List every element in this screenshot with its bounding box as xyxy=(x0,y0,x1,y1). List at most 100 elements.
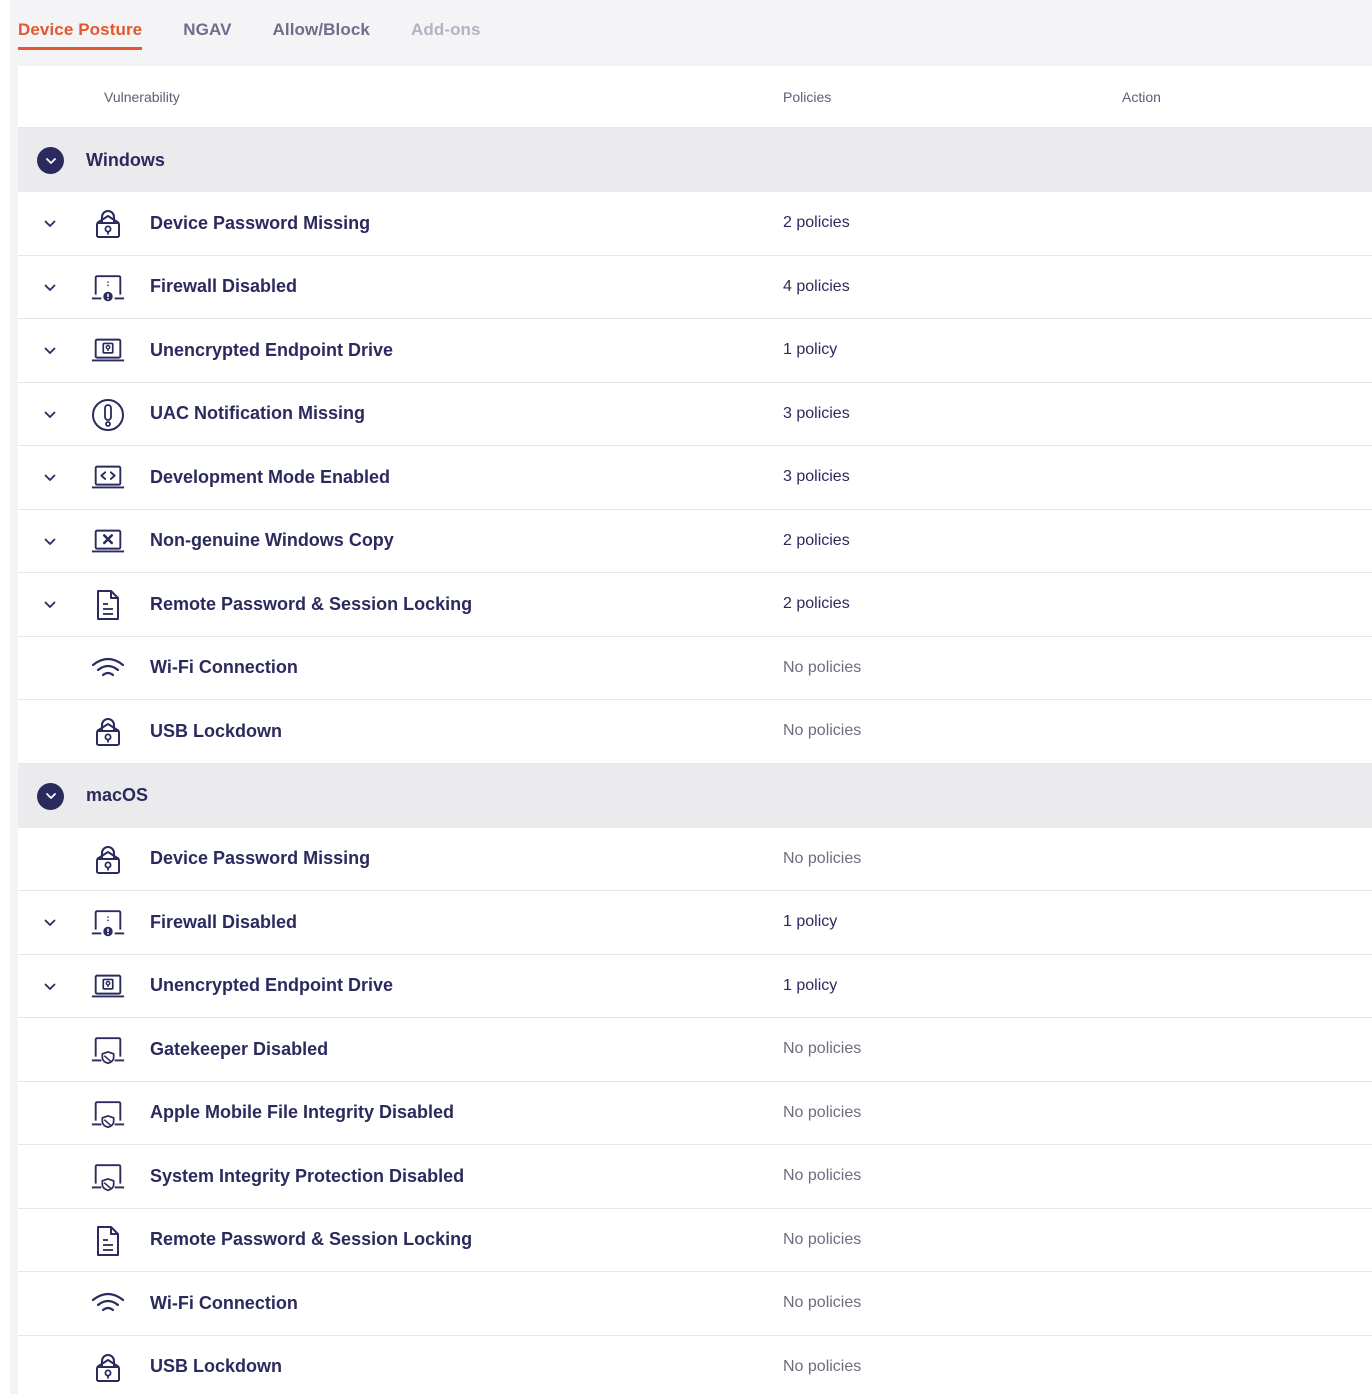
table-row[interactable]: Non-genuine Windows Copy 2 policies xyxy=(18,510,1372,573)
table-row[interactable]: Remote Password & Session Locking 2 polic… xyxy=(18,573,1372,637)
policy-count: 2 policies xyxy=(783,214,850,232)
table-row[interactable]: Unencrypted Endpoint Drive 1 policy xyxy=(18,319,1372,383)
policy-count: No policies xyxy=(783,1103,862,1121)
chevron-down-icon xyxy=(44,220,56,227)
policy-count: 3 policies xyxy=(783,468,850,486)
policy-count: No policies xyxy=(783,1167,862,1185)
chevron-down-icon xyxy=(44,601,56,608)
collapse-group-button[interactable] xyxy=(37,147,64,174)
expand-row-button[interactable] xyxy=(40,278,60,298)
lock-icon xyxy=(90,1350,126,1386)
vulnerability-name[interactable]: Development Mode Enabled xyxy=(150,467,390,488)
wifi-icon xyxy=(90,651,126,687)
policy-count: 1 policy xyxy=(783,341,838,359)
laptop-key-icon xyxy=(90,969,126,1005)
table-row[interactable]: Unencrypted Endpoint Drive 1 policy xyxy=(18,955,1372,1018)
policy-count: 2 policies xyxy=(783,595,850,613)
policy-count: No policies xyxy=(783,1357,862,1375)
expand-row-button[interactable] xyxy=(40,468,60,488)
vulnerability-name[interactable]: Wi-Fi Connection xyxy=(150,657,298,678)
windows-rows: Device Password Missing 2 policies Firewal… xyxy=(18,192,1372,764)
column-header-vulnerability: Vulnerability xyxy=(104,88,180,105)
vulnerability-name[interactable]: System Integrity Protection Disabled xyxy=(150,1166,464,1187)
group-title: macOS xyxy=(86,785,149,805)
group-header-windows[interactable]: Windows xyxy=(18,128,1372,192)
vulnerability-name[interactable]: Device Password Missing xyxy=(150,848,370,869)
vulnerability-name[interactable]: Firewall Disabled xyxy=(150,912,297,933)
vulnerability-name[interactable]: Gatekeeper Disabled xyxy=(150,1039,328,1060)
policy-count: No policies xyxy=(783,1294,862,1312)
table-row[interactable]: Development Mode Enabled 3 policies xyxy=(18,446,1372,510)
chevron-down-icon xyxy=(44,411,56,418)
table-row[interactable]: Gatekeeper Disabled No policies xyxy=(18,1018,1372,1082)
tab-bar: Device Posture NGAV Allow/Block Add-ons xyxy=(18,8,522,58)
table-row[interactable]: System Integrity Protection Disabled No p… xyxy=(18,1145,1372,1209)
laptop-shield-icon xyxy=(90,1096,126,1132)
column-header-action: Action xyxy=(1122,88,1161,105)
chevron-down-icon xyxy=(44,284,56,291)
expand-row-button[interactable] xyxy=(40,913,60,933)
table-row[interactable]: UAC Notification Missing 3 policies xyxy=(18,383,1372,446)
wifi-icon xyxy=(90,1286,126,1322)
group-title: Windows xyxy=(86,149,165,170)
table-header: Vulnerability Policies Action xyxy=(18,66,1372,128)
table-row[interactable]: Firewall Disabled 1 policy xyxy=(18,891,1372,955)
tab-ngav[interactable]: NGAV xyxy=(183,8,231,50)
vulnerability-name[interactable]: Wi-Fi Connection xyxy=(150,1293,298,1314)
table-row[interactable]: Apple Mobile File Integrity Disabled No p… xyxy=(18,1082,1372,1145)
lock-icon xyxy=(90,842,126,878)
table-row[interactable]: Wi-Fi Connection No policies xyxy=(18,637,1372,700)
vulnerability-name[interactable]: USB Lockdown xyxy=(150,721,282,742)
vulnerability-name[interactable]: Unencrypted Endpoint Drive xyxy=(150,340,393,361)
expand-row-button[interactable] xyxy=(40,214,60,234)
vulnerability-name[interactable]: Apple Mobile File Integrity Disabled xyxy=(150,1102,454,1123)
table-row[interactable]: USB Lockdown No policies xyxy=(18,700,1372,764)
group-header-macos[interactable]: macOS xyxy=(18,763,1372,828)
left-rail xyxy=(0,0,10,1394)
expand-row-button[interactable] xyxy=(40,595,60,615)
policy-count: 4 policies xyxy=(783,277,850,295)
laptop-alert-icon xyxy=(90,270,126,306)
policy-count: No policies xyxy=(783,1230,862,1248)
chevron-down-icon xyxy=(44,538,56,545)
laptop-code-icon xyxy=(90,460,126,496)
table-row[interactable]: Device Password Missing 2 policies xyxy=(18,192,1372,256)
policy-count: No policies xyxy=(783,1040,862,1058)
expand-row-button[interactable] xyxy=(40,341,60,361)
table-row[interactable]: Remote Password & Session Locking No poli… xyxy=(18,1209,1372,1272)
tab-allow-block[interactable]: Allow/Block xyxy=(273,8,370,50)
policy-count: 1 policy xyxy=(783,913,838,931)
vulnerability-name[interactable]: UAC Notification Missing xyxy=(150,403,365,424)
vulnerability-name[interactable]: Remote Password & Session Locking xyxy=(150,594,472,615)
policy-count: 3 policies xyxy=(783,404,850,422)
chevron-down-icon xyxy=(44,474,56,481)
table-row[interactable]: Wi-Fi Connection No policies xyxy=(18,1272,1372,1336)
vulnerability-name[interactable]: Unencrypted Endpoint Drive xyxy=(150,975,393,996)
laptop-key-icon xyxy=(90,333,126,369)
exclamation-circle-icon xyxy=(90,397,126,433)
lock-icon xyxy=(90,206,126,242)
policy-count: 2 policies xyxy=(783,531,850,549)
vulnerability-name[interactable]: Firewall Disabled xyxy=(150,276,297,297)
expand-row-button[interactable] xyxy=(40,532,60,552)
vulnerability-table: Vulnerability Policies Action Windows De… xyxy=(18,66,1372,1394)
table-row[interactable]: Firewall Disabled 4 policies xyxy=(18,256,1372,319)
tab-addons: Add-ons xyxy=(410,20,481,39)
tab-device-posture[interactable]: Device Posture xyxy=(18,8,143,50)
vulnerability-name[interactable]: Non-genuine Windows Copy xyxy=(150,530,394,551)
chevron-down-icon xyxy=(45,157,56,164)
chevron-down-icon xyxy=(44,983,56,990)
laptop-x-icon xyxy=(90,524,126,560)
table-row[interactable]: Device Password Missing No policies xyxy=(18,828,1372,891)
collapse-group-button[interactable] xyxy=(37,782,64,810)
vulnerability-name[interactable]: USB Lockdown xyxy=(150,1356,282,1377)
vulnerability-name[interactable]: Device Password Missing xyxy=(150,213,370,234)
vulnerability-name[interactable]: Remote Password & Session Locking xyxy=(150,1229,472,1250)
chevron-down-icon xyxy=(44,347,56,354)
lock-icon xyxy=(90,714,126,750)
document-icon xyxy=(90,587,126,623)
expand-row-button[interactable] xyxy=(40,405,60,425)
table-row[interactable]: USB Lockdown No policies xyxy=(18,1336,1372,1394)
expand-row-button[interactable] xyxy=(40,977,60,997)
policy-count: 1 policy xyxy=(783,976,838,994)
